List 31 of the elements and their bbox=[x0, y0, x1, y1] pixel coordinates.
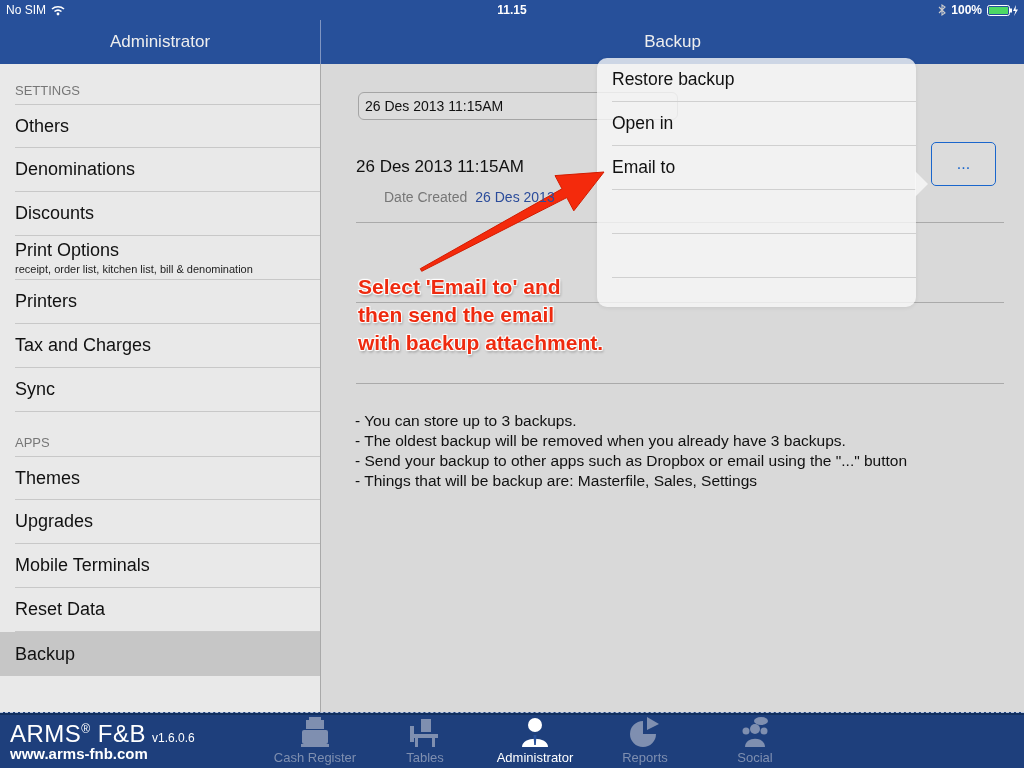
backup-name: 26 Des 2013 11:15AM bbox=[356, 157, 524, 177]
sidebar-item[interactable]: Print Options bbox=[15, 240, 305, 261]
menu-item[interactable]: Email to bbox=[612, 157, 676, 178]
pie-chart-icon bbox=[629, 716, 661, 748]
section-header: SETTINGS bbox=[15, 83, 80, 98]
battery-icon bbox=[987, 4, 1018, 16]
sidebar-item[interactable]: Themes bbox=[15, 456, 320, 500]
sidebar-title: Administrator bbox=[109, 32, 211, 52]
note-text: - Things that will be backup are: Masterfile, Sales, Settings bbox=[355, 471, 759, 491]
table-icon bbox=[409, 716, 441, 748]
date-label: Date Created bbox=[384, 189, 468, 205]
wifi-icon bbox=[51, 4, 65, 16]
person-icon bbox=[519, 716, 551, 748]
menu-item[interactable]: Restore backup bbox=[612, 69, 735, 90]
cash-register-icon bbox=[299, 716, 331, 748]
carrier-label: No SIM bbox=[6, 3, 46, 17]
version-label: v1.6.0.6 bbox=[152, 730, 195, 745]
note-text: - Send your backup to other apps such as Dropbox or email using the "..." button bbox=[355, 451, 909, 471]
bluetooth-icon bbox=[938, 4, 947, 16]
item-subtitle: receipt, order list, kitchen list, bill & denomination bbox=[15, 263, 254, 275]
battery-percentage: 100% bbox=[951, 3, 982, 17]
note-text: - The oldest backup will be removed when you already have 3 backups. bbox=[355, 431, 847, 451]
sidebar-item[interactable]: Others bbox=[15, 104, 320, 148]
section-header: APPS bbox=[15, 435, 50, 450]
page-title: Backup bbox=[644, 32, 701, 52]
annotation-text: Select 'Email to' and then send the email with backup attachment. bbox=[358, 274, 604, 356]
tab-item[interactable]: Administrator bbox=[480, 713, 590, 768]
more-button[interactable]: ... bbox=[931, 142, 996, 186]
sidebar-item[interactable]: Backup bbox=[0, 632, 320, 676]
clock: 11.15 bbox=[497, 3, 527, 17]
note-text: - You can store up to 3 backups. bbox=[355, 411, 578, 431]
